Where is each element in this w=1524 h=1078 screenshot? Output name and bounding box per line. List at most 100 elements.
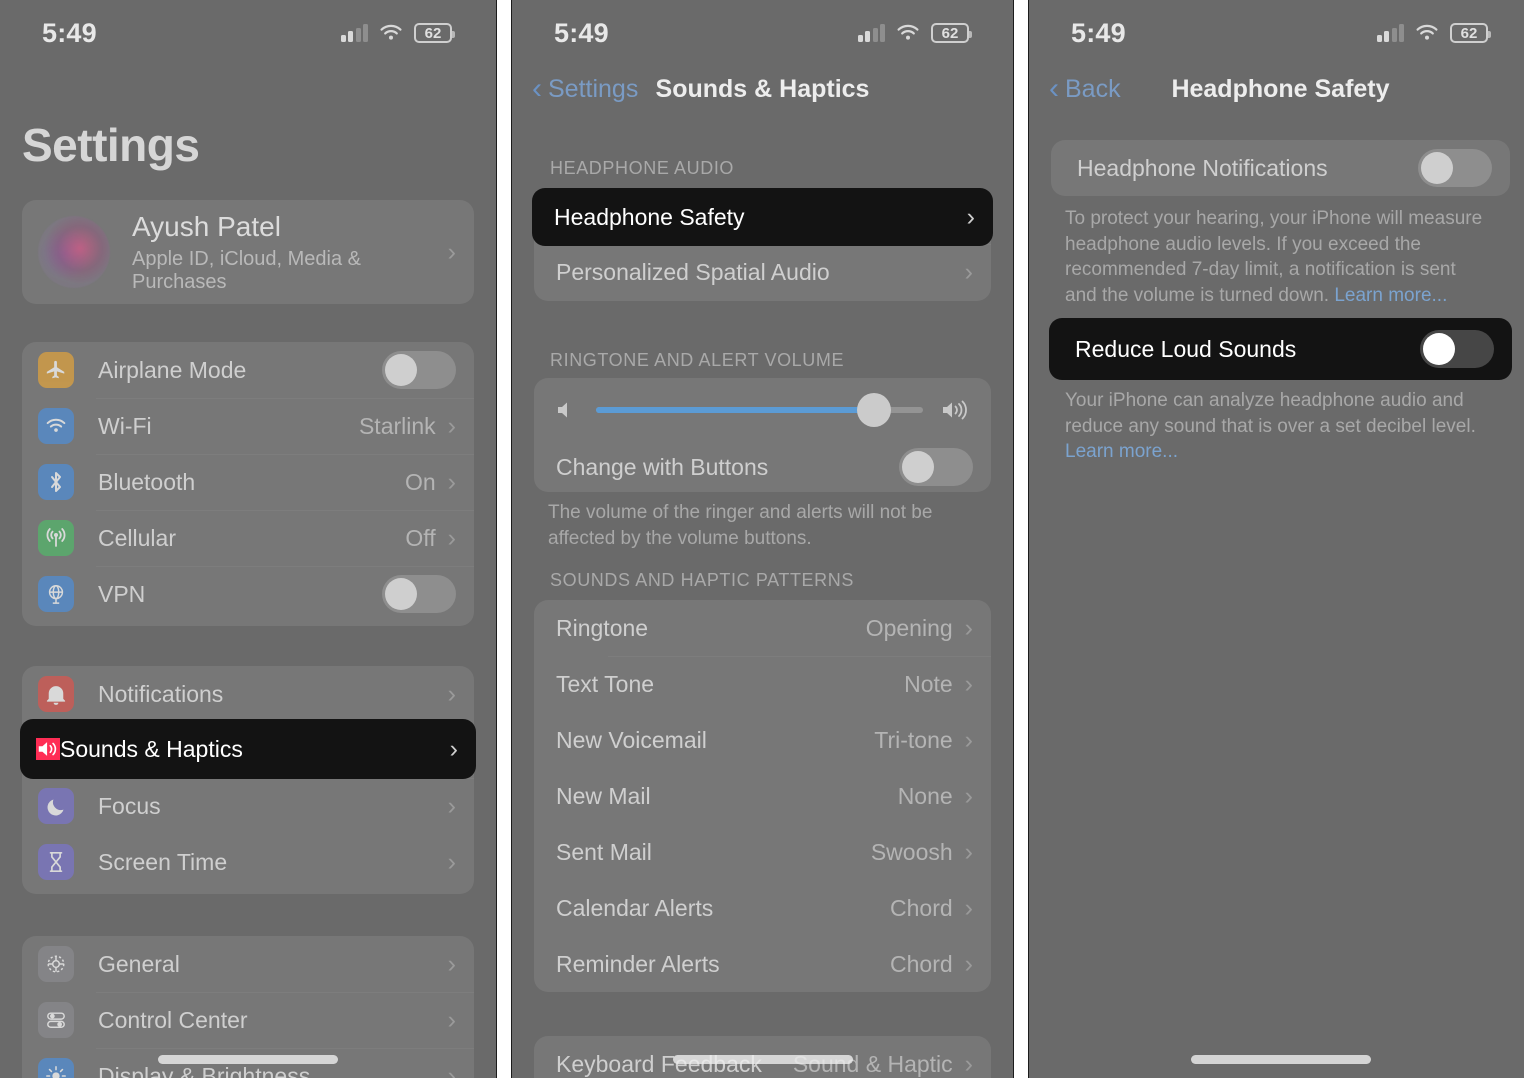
panel-headphone-safety: 5:49 62 ‹ Back Headphone Safety Headphon…: [1028, 0, 1524, 1078]
sidebar-item-vpn[interactable]: VPN: [22, 566, 474, 622]
sidebar-item-wifi[interactable]: Wi-Fi Starlink ›: [22, 398, 474, 454]
sidebar-item-label: Sounds & Haptics: [60, 735, 243, 762]
sidebar-item-label: Display & Brightness: [98, 1062, 311, 1078]
airplane-mode-toggle[interactable]: [382, 351, 456, 389]
account-name: Ayush Patel: [132, 210, 281, 242]
speaker-icon: [36, 738, 60, 760]
sidebar-item-control-center[interactable]: Control Center ›: [22, 992, 474, 1048]
list-item-value: Opening: [865, 614, 953, 641]
chevron-left-icon: ‹: [532, 72, 542, 105]
section-header-sounds-haptic-patterns: SOUNDS AND HAPTIC PATTERNS: [550, 570, 854, 590]
learn-more-link[interactable]: Learn more...: [1065, 441, 1178, 462]
home-indicator: [158, 1055, 338, 1064]
nav-bar: ‹ Back Headphone Safety: [1029, 66, 1524, 112]
chevron-right-icon: ›: [447, 847, 456, 876]
battery-level: 62: [941, 24, 959, 42]
table-row[interactable]: Text Tone Note ›: [534, 656, 991, 712]
list-item-value: Chord: [890, 894, 953, 921]
list-item-label: Personalized Spatial Audio: [556, 259, 830, 285]
battery-level: 62: [1460, 24, 1478, 42]
list-item-headphone-notifications[interactable]: Headphone Notifications: [1051, 140, 1510, 196]
chevron-right-icon: ›: [449, 734, 458, 763]
account-card[interactable]: Ayush Patel Apple ID, iCloud, Media & Pu…: [22, 200, 474, 304]
headphone-notifications-card: Headphone Notifications: [1051, 140, 1510, 196]
back-button-label: Settings: [548, 74, 639, 103]
wifi-icon: [1415, 24, 1439, 42]
sidebar-item-screen-time[interactable]: Screen Time ›: [22, 834, 474, 890]
table-row[interactable]: New Mail None ›: [534, 768, 991, 824]
ringtone-volume-slider-row[interactable]: [534, 378, 991, 442]
cellular-signal-icon: [1376, 24, 1404, 42]
page-title: Settings: [22, 119, 200, 171]
account-subtitle: Apple ID, iCloud, Media & Purchases: [132, 247, 362, 293]
three-panel-screenshot: 5:49 62 Settings Ayush Patel Apple ID, i…: [0, 0, 1524, 1078]
sidebar-item-label: Bluetooth: [98, 468, 196, 495]
sound-patterns-card: Ringtone Opening › Text Tone Note › New …: [534, 600, 991, 992]
sidebar-item-bluetooth[interactable]: Bluetooth On ›: [22, 454, 474, 510]
list-item-personalized-spatial-audio[interactable]: Personalized Spatial Audio ›: [534, 244, 991, 301]
chevron-right-icon: ›: [447, 411, 456, 440]
battery-icon: 62: [414, 23, 455, 43]
account-row[interactable]: Ayush Patel Apple ID, iCloud, Media & Pu…: [22, 200, 474, 304]
vpn-toggle[interactable]: [382, 575, 456, 613]
sidebar-item-airplane-mode[interactable]: Airplane Mode: [22, 342, 474, 398]
back-button[interactable]: ‹ Settings: [532, 74, 638, 104]
table-row[interactable]: Sent Mail Swoosh ›: [534, 824, 991, 880]
chevron-left-icon: ‹: [1049, 72, 1059, 105]
sidebar-item-label: Wi-Fi: [98, 412, 152, 439]
sidebar-item-label: Control Center: [98, 1006, 248, 1033]
change-with-buttons-toggle[interactable]: [899, 448, 973, 486]
table-row[interactable]: Ringtone Opening ›: [534, 600, 991, 656]
chevron-right-icon: ›: [964, 669, 973, 698]
battery-icon: 62: [931, 23, 972, 43]
learn-more-link[interactable]: Learn more...: [1334, 285, 1447, 306]
sidebar-item-general[interactable]: General ›: [22, 936, 474, 992]
list-item-value: Chord: [890, 950, 953, 977]
sidebar-item-label: General: [98, 950, 180, 977]
status-bar: 5:49 62: [1029, 0, 1524, 66]
list-item-value: Tri-tone: [874, 726, 953, 753]
sidebar-item-sounds-haptics[interactable]: Sounds & Haptics ›: [20, 719, 476, 779]
list-item-label: Calendar Alerts: [556, 894, 714, 921]
chevron-right-icon: ›: [964, 258, 973, 286]
chevron-right-icon: ›: [964, 949, 973, 978]
sidebar-item-cellular[interactable]: Cellular Off ›: [22, 510, 474, 566]
table-row[interactable]: Calendar Alerts Chord ›: [534, 880, 991, 936]
gear-icon: [38, 946, 74, 982]
list-item-label: Headphone Notifications: [1077, 154, 1328, 181]
list-item-value: Note: [904, 670, 953, 697]
back-button[interactable]: ‹ Back: [1049, 74, 1121, 104]
bluetooth-icon: [38, 464, 74, 500]
list-item-value: None: [897, 782, 953, 809]
sidebar-item-label: Notifications: [98, 680, 224, 707]
ringtone-volume-card: Change with Buttons: [534, 378, 991, 492]
home-indicator: [1190, 1055, 1371, 1064]
sidebar-item-notifications[interactable]: Notifications ›: [22, 666, 474, 722]
footnote-text: Your iPhone can analyze headphone audio …: [1065, 390, 1476, 437]
list-item-change-with-buttons[interactable]: Change with Buttons: [534, 442, 991, 492]
chevron-right-icon: ›: [964, 725, 973, 754]
volume-slider[interactable]: [596, 393, 923, 427]
list-item-headphone-safety[interactable]: Headphone Safety ›: [532, 188, 993, 246]
battery-icon: 62: [1450, 23, 1491, 43]
list-item-reduce-loud-sounds[interactable]: Reduce Loud Sounds: [1049, 318, 1512, 380]
chevron-right-icon: ›: [964, 1049, 973, 1078]
airplane-icon: [38, 352, 74, 388]
table-row[interactable]: New Voicemail Tri-tone ›: [534, 712, 991, 768]
status-time: 5:49: [554, 17, 609, 48]
table-row[interactable]: Reminder Alerts Chord ›: [534, 936, 991, 992]
sidebar-item-label: Screen Time: [98, 848, 228, 875]
status-time: 5:49: [42, 17, 97, 48]
bluetooth-value: On: [404, 468, 436, 495]
reduce-loud-sounds-toggle[interactable]: [1420, 330, 1494, 368]
cellular-icon: [38, 520, 74, 556]
list-item-label: Sent Mail: [556, 838, 652, 865]
panel-divider-1: [497, 0, 511, 1078]
sidebar-item-focus[interactable]: Focus ›: [22, 778, 474, 834]
chevron-right-icon: ›: [447, 237, 456, 266]
brightness-icon: [38, 1058, 74, 1078]
chevron-right-icon: ›: [447, 1005, 456, 1034]
list-item-label: New Mail: [556, 782, 651, 809]
status-icons: 62: [340, 23, 455, 43]
headphone-notifications-toggle[interactable]: [1418, 149, 1492, 187]
